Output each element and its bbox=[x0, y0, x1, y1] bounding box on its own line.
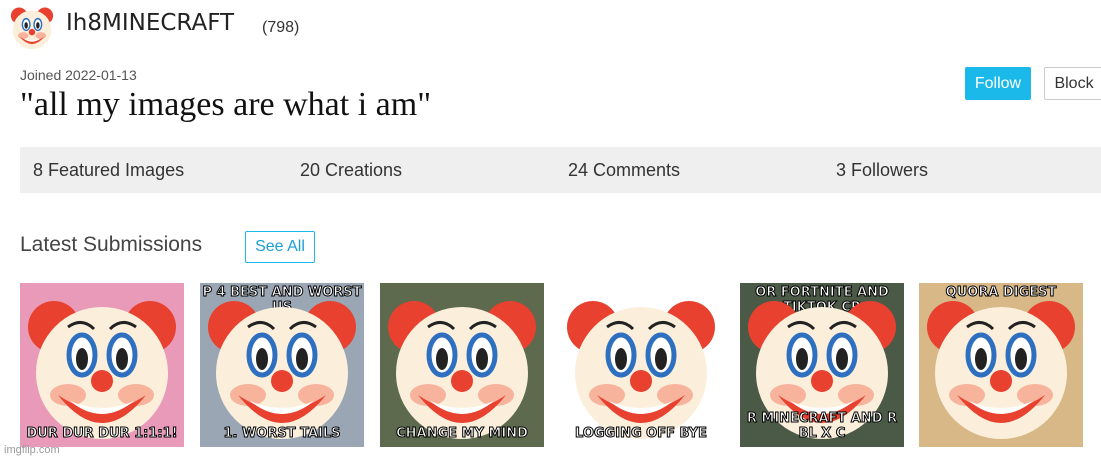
clown-face-icon bbox=[388, 301, 536, 439]
submission-thumbnail[interactable]: dur dur dur 1:1:1! bbox=[20, 283, 184, 447]
clown-face-icon bbox=[28, 301, 176, 439]
clown-face-icon bbox=[927, 301, 1075, 439]
submission-thumbnail[interactable]: OR FORTNITE AND TIKTOK CR R MINECRAFT AN… bbox=[740, 283, 904, 447]
thumbnail-bottom-caption: 1. WORST TAILS bbox=[223, 426, 341, 442]
stats-bar: 8 Featured Images 20 Creations 24 Commen… bbox=[20, 147, 1101, 193]
profile-tagline: "all my images are what i am" bbox=[20, 86, 432, 123]
latest-submissions-heading: Latest Submissions bbox=[20, 233, 203, 256]
submission-thumbnail[interactable]: Quora Digest bbox=[919, 283, 1083, 447]
stat-featured-images[interactable]: 8 Featured Images bbox=[33, 160, 184, 181]
thumbnail-bottom-caption: LOGGING OFF BYE bbox=[575, 426, 708, 442]
clown-face-icon bbox=[10, 7, 54, 50]
stat-followers[interactable]: 3 Followers bbox=[836, 160, 928, 181]
clown-face-icon bbox=[208, 301, 356, 439]
submission-thumbnail[interactable]: LOGGING OFF BYE bbox=[559, 283, 723, 447]
thumbnail-bottom-caption: dur dur dur 1:1:1! bbox=[26, 426, 178, 442]
thumbnail-bottom-caption: CHANGE MY MIND bbox=[396, 426, 529, 442]
submission-thumbnail[interactable]: CHANGE MY MIND bbox=[380, 283, 544, 447]
points-count: (798) bbox=[262, 19, 300, 36]
joined-date: Joined 2022-01-13 bbox=[20, 67, 137, 83]
thumbnail-bottom-caption: R MINECRAFT AND R BL X C bbox=[746, 411, 898, 442]
submission-thumbnail[interactable]: P 4 BEST AND WORST US 1. WORST TAILS bbox=[200, 283, 364, 447]
see-all-button[interactable]: See All bbox=[245, 231, 315, 263]
username: Ih8MINECRAFT bbox=[66, 10, 235, 36]
stat-creations[interactable]: 20 Creations bbox=[300, 160, 402, 181]
follow-button[interactable]: Follow bbox=[965, 67, 1031, 100]
stat-comments[interactable]: 24 Comments bbox=[568, 160, 680, 181]
clown-face-icon bbox=[567, 301, 715, 439]
block-button[interactable]: Block bbox=[1044, 67, 1101, 100]
imgflip-watermark: imgflip.com bbox=[4, 444, 60, 456]
avatar[interactable] bbox=[8, 4, 56, 52]
